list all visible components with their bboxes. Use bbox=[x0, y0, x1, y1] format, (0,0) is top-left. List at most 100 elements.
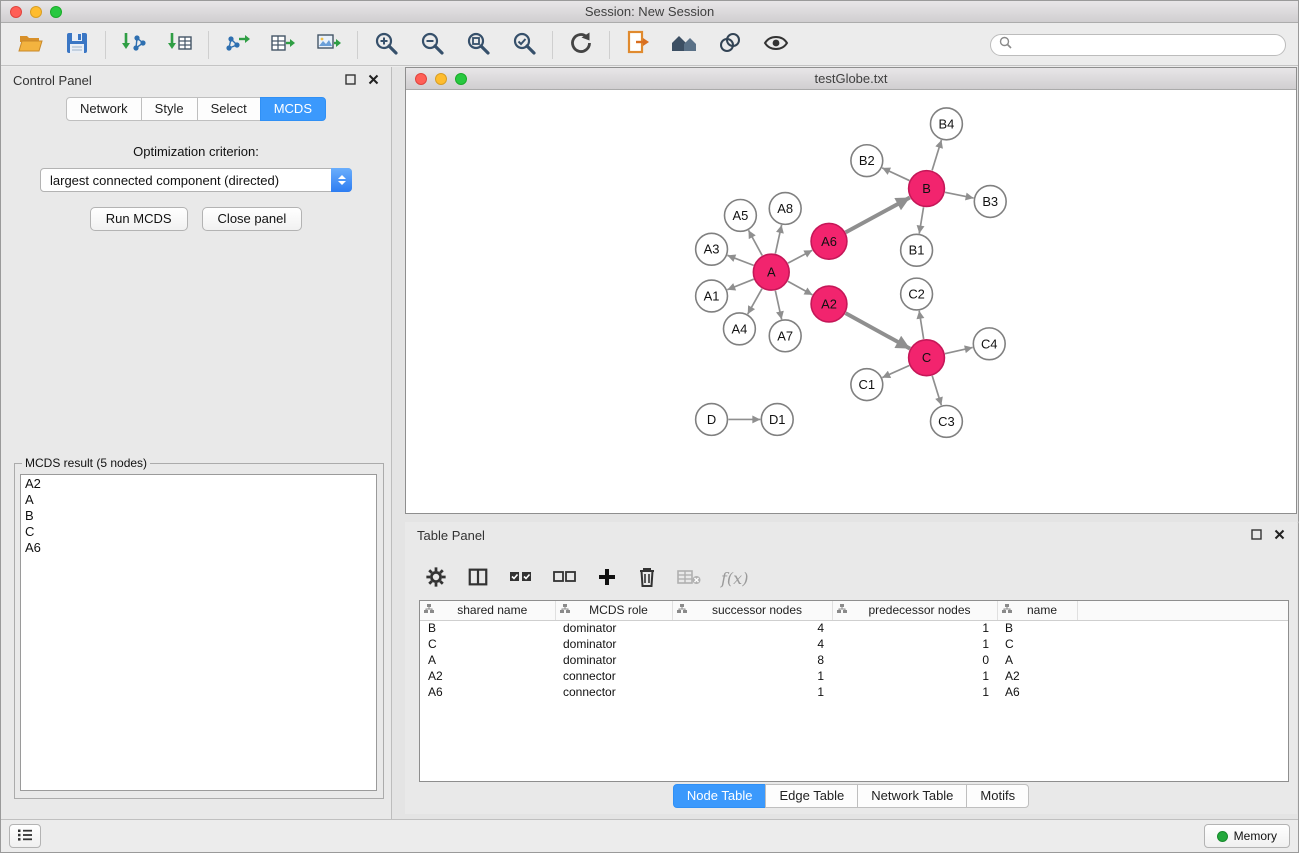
result-item[interactable]: A2 bbox=[21, 476, 376, 492]
optimization-criterion-select[interactable]: largest connected component (directed) bbox=[40, 168, 352, 192]
network-edge[interactable] bbox=[945, 192, 974, 198]
network-node[interactable]: A4 bbox=[723, 313, 755, 345]
delete-column-button[interactable] bbox=[637, 566, 657, 591]
table-tab-motifs[interactable]: Motifs bbox=[966, 784, 1029, 808]
export-table-button[interactable] bbox=[265, 29, 301, 61]
cell-successor-nodes[interactable]: 1 bbox=[672, 668, 832, 684]
network-edge[interactable] bbox=[748, 289, 762, 314]
zoom-network-window-button[interactable] bbox=[455, 73, 467, 85]
network-node[interactable]: A3 bbox=[696, 233, 728, 265]
cell-name[interactable]: B bbox=[997, 620, 1077, 636]
float-panel-icon[interactable] bbox=[345, 73, 356, 88]
cell-shared-name[interactable]: B bbox=[420, 620, 555, 636]
cell-name[interactable]: A bbox=[997, 652, 1077, 668]
cell-predecessor-nodes[interactable]: 1 bbox=[832, 620, 997, 636]
network-node[interactable]: A7 bbox=[769, 320, 801, 352]
network-node[interactable]: A2 bbox=[811, 286, 847, 322]
cell-predecessor-nodes[interactable]: 1 bbox=[832, 684, 997, 700]
network-edge[interactable] bbox=[788, 250, 812, 263]
cell-successor-nodes[interactable]: 4 bbox=[672, 620, 832, 636]
run-mcds-button[interactable]: Run MCDS bbox=[90, 207, 188, 231]
network-node[interactable]: A1 bbox=[696, 280, 728, 312]
cell-successor-nodes[interactable]: 4 bbox=[672, 636, 832, 652]
network-edge[interactable] bbox=[775, 225, 781, 254]
result-item[interactable]: B bbox=[21, 508, 376, 524]
save-session-button[interactable] bbox=[59, 29, 95, 61]
cell-mcds-role[interactable]: connector bbox=[555, 668, 672, 684]
network-edge[interactable] bbox=[882, 168, 909, 181]
column-header-shared-name[interactable]: shared name bbox=[420, 601, 555, 620]
memory-button[interactable]: Memory bbox=[1204, 824, 1290, 848]
network-node[interactable]: A6 bbox=[811, 223, 847, 259]
task-history-button[interactable] bbox=[9, 824, 41, 848]
cell-shared-name[interactable]: C bbox=[420, 636, 555, 652]
network-node[interactable]: D1 bbox=[761, 404, 793, 436]
apply-layout-button[interactable] bbox=[563, 29, 599, 61]
close-panel-button[interactable]: Close panel bbox=[202, 207, 303, 231]
cell-successor-nodes[interactable]: 8 bbox=[672, 652, 832, 668]
cell-shared-name[interactable]: A6 bbox=[420, 684, 555, 700]
zoom-in-button[interactable] bbox=[368, 29, 404, 61]
network-edge[interactable] bbox=[919, 207, 923, 233]
home-button[interactable] bbox=[666, 29, 702, 61]
column-header-mcds-role[interactable]: MCDS role bbox=[555, 601, 672, 620]
network-edge[interactable] bbox=[788, 281, 813, 295]
network-edge[interactable] bbox=[932, 140, 941, 170]
function-builder-button[interactable]: f(x) bbox=[721, 569, 748, 588]
network-edge[interactable] bbox=[846, 197, 910, 232]
network-edge[interactable] bbox=[919, 311, 923, 339]
table-row[interactable]: Bdominator41B bbox=[420, 620, 1288, 636]
search-field[interactable] bbox=[990, 34, 1286, 56]
cell-shared-name[interactable]: A bbox=[420, 652, 555, 668]
table-tab-edge-table[interactable]: Edge Table bbox=[765, 784, 858, 808]
open-session-button[interactable] bbox=[13, 29, 49, 61]
cell-predecessor-nodes[interactable]: 0 bbox=[832, 652, 997, 668]
network-node[interactable]: C4 bbox=[973, 328, 1005, 360]
network-node[interactable]: C1 bbox=[851, 369, 883, 401]
tab-select[interactable]: Select bbox=[197, 97, 261, 121]
clear-table-button[interactable] bbox=[677, 568, 701, 589]
cell-name[interactable]: C bbox=[997, 636, 1077, 652]
network-node[interactable]: D bbox=[696, 404, 728, 436]
network-edge[interactable] bbox=[882, 365, 909, 377]
table-row[interactable]: Adominator80A bbox=[420, 652, 1288, 668]
minimize-network-window-button[interactable] bbox=[435, 73, 447, 85]
network-node[interactable]: C bbox=[909, 340, 945, 376]
network-edge[interactable] bbox=[727, 279, 753, 290]
column-header-predecessor-nodes[interactable]: predecessor nodes bbox=[832, 601, 997, 620]
export-document-button[interactable] bbox=[620, 29, 656, 61]
network-node[interactable]: B bbox=[909, 171, 945, 207]
cell-mcds-role[interactable]: connector bbox=[555, 684, 672, 700]
minimize-window-button[interactable] bbox=[30, 6, 42, 18]
network-edge[interactable] bbox=[748, 230, 762, 255]
export-image-button[interactable] bbox=[311, 29, 347, 61]
cell-mcds-role[interactable]: dominator bbox=[555, 652, 672, 668]
column-header-name[interactable]: name bbox=[997, 601, 1077, 620]
table-tab-network-table[interactable]: Network Table bbox=[857, 784, 967, 808]
import-table-button[interactable] bbox=[162, 29, 198, 61]
network-node[interactable]: B1 bbox=[901, 234, 933, 266]
close-network-window-button[interactable] bbox=[415, 73, 427, 85]
cell-predecessor-nodes[interactable]: 1 bbox=[832, 668, 997, 684]
network-node[interactable]: B2 bbox=[851, 145, 883, 177]
float-table-panel-icon[interactable] bbox=[1251, 528, 1262, 543]
close-panel-icon[interactable] bbox=[368, 73, 379, 88]
import-network-button[interactable] bbox=[116, 29, 152, 61]
table-row[interactable]: A6connector11A6 bbox=[420, 684, 1288, 700]
network-node[interactable]: C2 bbox=[901, 278, 933, 310]
show-columns-button[interactable] bbox=[467, 566, 489, 591]
zoom-fit-button[interactable] bbox=[460, 29, 496, 61]
zoom-out-button[interactable] bbox=[414, 29, 450, 61]
network-edge[interactable] bbox=[932, 376, 941, 406]
table-tab-node-table[interactable]: Node Table bbox=[673, 784, 767, 808]
network-node[interactable]: B3 bbox=[974, 186, 1006, 218]
cell-name[interactable]: A6 bbox=[997, 684, 1077, 700]
tab-mcds[interactable]: MCDS bbox=[260, 97, 326, 121]
table-settings-button[interactable] bbox=[425, 566, 447, 591]
close-table-panel-icon[interactable] bbox=[1274, 528, 1285, 543]
network-edge[interactable] bbox=[727, 255, 753, 265]
cell-name[interactable]: A2 bbox=[997, 668, 1077, 684]
result-item[interactable]: A bbox=[21, 492, 376, 508]
select-all-button[interactable] bbox=[509, 568, 533, 589]
export-network-button[interactable] bbox=[219, 29, 255, 61]
